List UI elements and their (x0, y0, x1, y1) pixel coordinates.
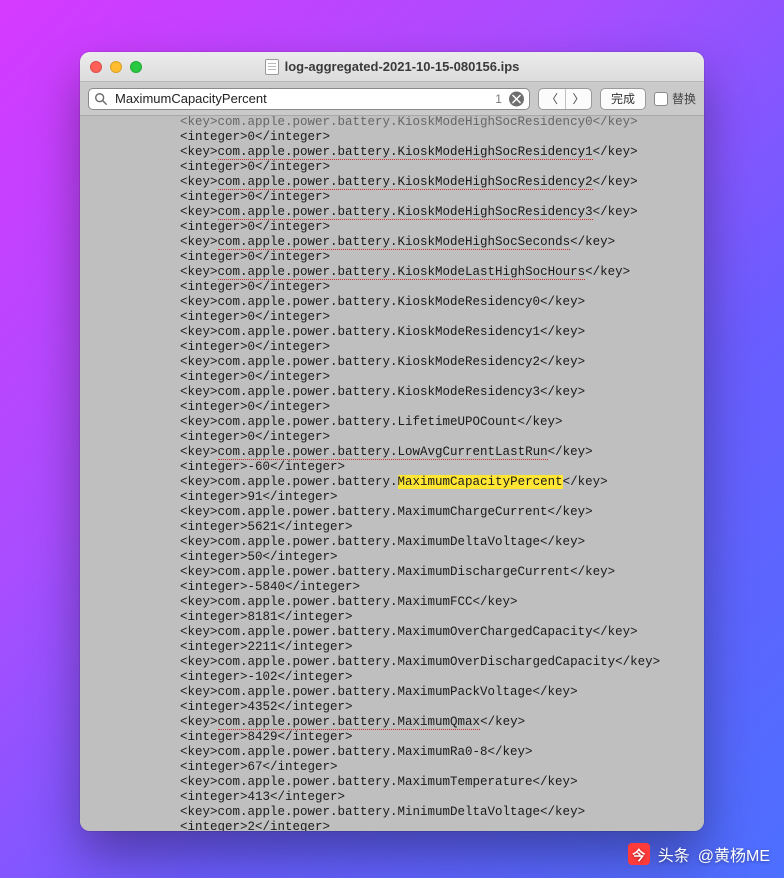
chevron-left-icon: 〈 (546, 90, 558, 107)
doc-line: <key>com.apple.power.battery.MaximumOver… (80, 625, 704, 640)
doc-line: <integer>0</integer> (80, 190, 704, 205)
doc-line: <integer>0</integer> (80, 430, 704, 445)
doc-line: <integer>413</integer> (80, 790, 704, 805)
prev-next-segment: 〈 〉 (538, 88, 592, 110)
doc-line: <integer>0</integer> (80, 250, 704, 265)
doc-line: <integer>-102</integer> (80, 670, 704, 685)
close-icon (512, 94, 521, 103)
clear-search-button[interactable] (509, 91, 524, 106)
doc-line: <integer>91</integer> (80, 490, 704, 505)
doc-line: <key>com.apple.power.battery.MaximumQmax… (80, 715, 704, 730)
doc-line: <integer>67</integer> (80, 760, 704, 775)
find-next-button[interactable]: 〉 (565, 89, 591, 109)
replace-label: 替换 (672, 90, 696, 107)
doc-line: <key>com.apple.power.battery.LowAvgCurre… (80, 445, 704, 460)
doc-line: <integer>8181</integer> (80, 610, 704, 625)
document-text[interactable]: <key>com.apple.power.battery.KioskModeHi… (80, 116, 704, 831)
doc-line: <key>com.apple.power.battery.KioskModeHi… (80, 175, 704, 190)
replace-toggle: 替换 (654, 90, 696, 107)
doc-line: <integer>-5840</integer> (80, 580, 704, 595)
find-bar: 1 〈 〉 完成 替换 (80, 82, 704, 116)
chevron-right-icon: 〉 (572, 90, 584, 107)
doc-line: <integer>50</integer> (80, 550, 704, 565)
doc-line: <integer>0</integer> (80, 160, 704, 175)
doc-line: <key>com.apple.power.battery.MaximumDisc… (80, 565, 704, 580)
doc-line: <integer>2211</integer> (80, 640, 704, 655)
document-icon (265, 59, 279, 75)
doc-line: <key>com.apple.power.battery.MaximumDelt… (80, 535, 704, 550)
doc-line: <integer>0</integer> (80, 340, 704, 355)
doc-line: <key>com.apple.power.battery.KioskModeRe… (80, 355, 704, 370)
doc-line: <integer>5621</integer> (80, 520, 704, 535)
window-title: log-aggregated-2021-10-15-080156.ips (285, 59, 520, 74)
doc-line: <key>com.apple.power.battery.MinimumDelt… (80, 805, 704, 820)
close-button[interactable] (90, 61, 102, 73)
doc-line: <key>com.apple.power.battery.MaximumChar… (80, 505, 704, 520)
doc-line: <integer>0</integer> (80, 220, 704, 235)
doc-line: <key>com.apple.power.battery.KioskModeLa… (80, 265, 704, 280)
doc-line: <key>com.apple.power.battery.LifetimeUPO… (80, 415, 704, 430)
doc-line: <key>com.apple.power.battery.MaximumFCC<… (80, 595, 704, 610)
attribution-footer: 今 头条 @黄杨ME (628, 842, 770, 866)
doc-line: <key>com.apple.power.battery.KioskModeHi… (80, 145, 704, 160)
doc-line: <key>com.apple.power.battery.MaximumCapa… (80, 475, 704, 490)
find-prev-button[interactable]: 〈 (539, 89, 565, 109)
document-view[interactable]: <key>com.apple.power.battery.KioskModeHi… (80, 116, 704, 831)
doc-line: <key>com.apple.power.battery.KioskModeHi… (80, 205, 704, 220)
search-result-count: 1 (495, 92, 502, 106)
doc-line: <key>com.apple.power.battery.KioskModeHi… (80, 235, 704, 250)
doc-line: <integer>0</integer> (80, 370, 704, 385)
doc-line: <key>com.apple.power.battery.MaximumTemp… (80, 775, 704, 790)
logo-glyph: 今 (632, 845, 645, 864)
search-input[interactable] (88, 88, 530, 110)
maximize-button[interactable] (130, 61, 142, 73)
done-label: 完成 (611, 90, 635, 107)
traffic-lights (90, 61, 142, 73)
doc-line: <integer>-60</integer> (80, 460, 704, 475)
doc-line: <integer>2</integer> (80, 820, 704, 831)
doc-line: <key>com.apple.power.battery.KioskModeRe… (80, 295, 704, 310)
author-handle: @黄杨ME (698, 842, 770, 866)
search-icon (94, 92, 108, 106)
doc-line: <key>com.apple.power.battery.KioskModeRe… (80, 325, 704, 340)
doc-line: <key>com.apple.power.battery.MaximumRa0-… (80, 745, 704, 760)
doc-line: <integer>0</integer> (80, 130, 704, 145)
doc-line: <integer>4352</integer> (80, 700, 704, 715)
text-editor-window: log-aggregated-2021-10-15-080156.ips 1 〈 (80, 52, 704, 831)
doc-line: <key>com.apple.power.battery.MaximumPack… (80, 685, 704, 700)
doc-line: <integer>0</integer> (80, 400, 704, 415)
window-titlebar: log-aggregated-2021-10-15-080156.ips (80, 52, 704, 82)
replace-checkbox[interactable] (654, 92, 668, 106)
minimize-button[interactable] (110, 61, 122, 73)
doc-line: <integer>0</integer> (80, 280, 704, 295)
doc-line: <key>com.apple.power.battery.KioskModeHi… (80, 116, 704, 130)
doc-line: <integer>8429</integer> (80, 730, 704, 745)
doc-line: <key>com.apple.power.battery.MaximumOver… (80, 655, 704, 670)
doc-line: <key>com.apple.power.battery.KioskModeRe… (80, 385, 704, 400)
doc-line: <integer>0</integer> (80, 310, 704, 325)
source-logo: 今 (628, 843, 650, 865)
search-field-wrap: 1 (88, 88, 530, 110)
source-label: 头条 (658, 842, 690, 866)
done-button[interactable]: 完成 (600, 88, 646, 110)
